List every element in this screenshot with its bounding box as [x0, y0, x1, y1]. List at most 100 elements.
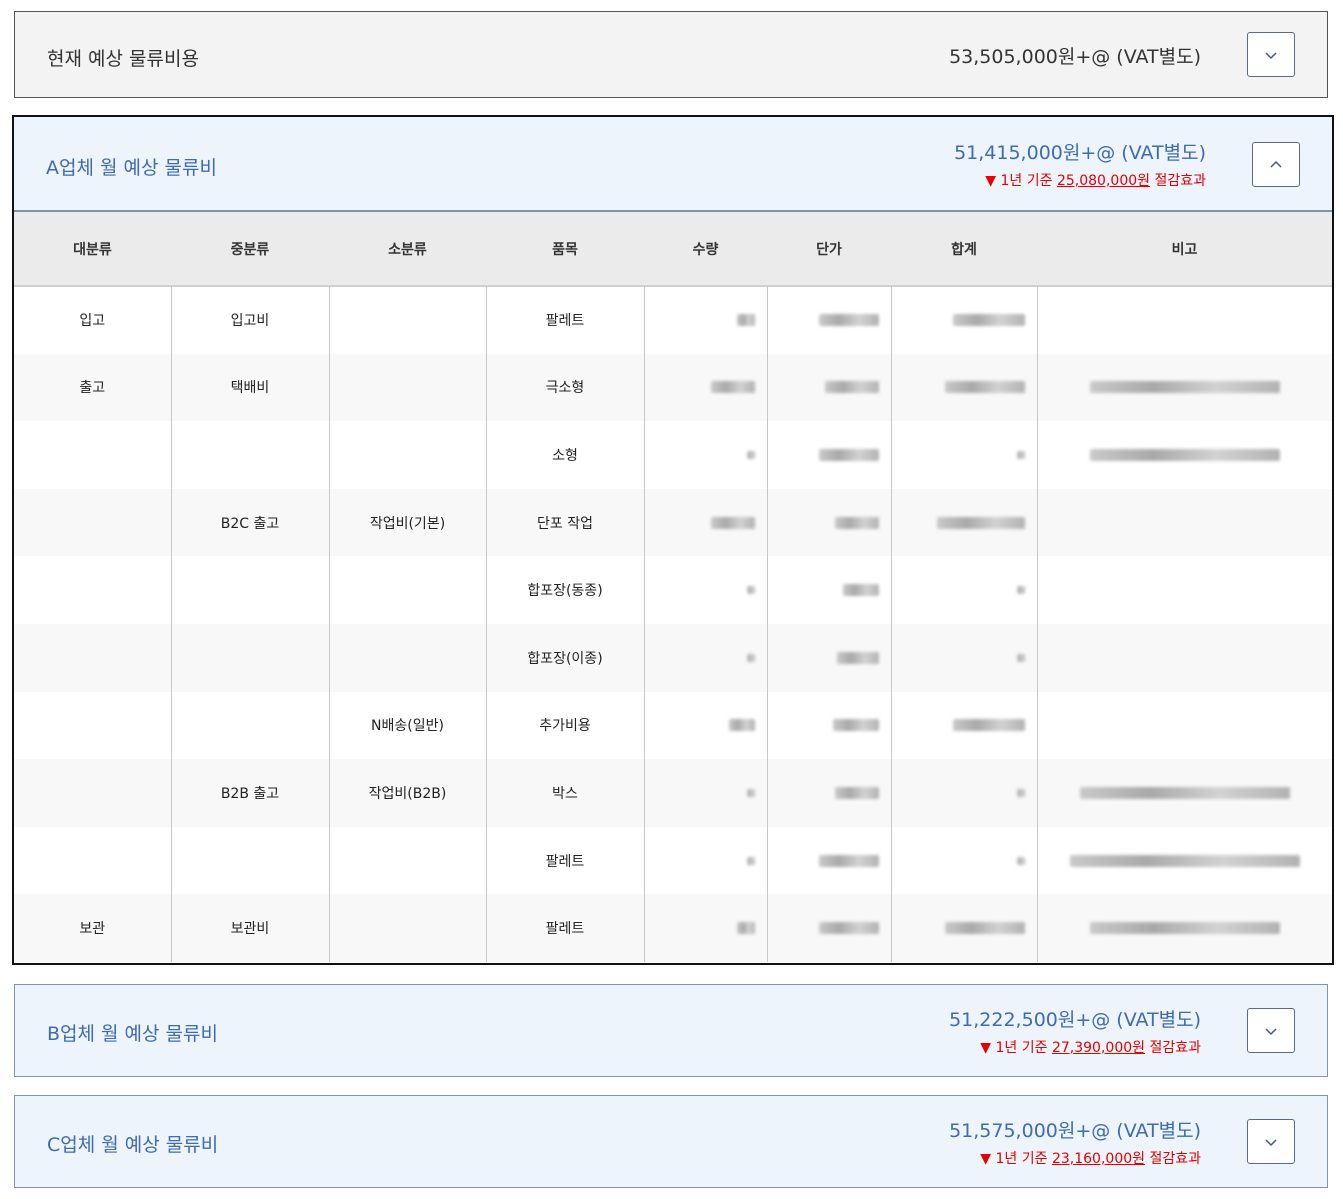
vendor-b-saving: ▼ 1년 기준 27,390,000원 절감효과	[949, 1037, 1201, 1057]
vendor-b-title: B업체 월 예상 물류비	[47, 1023, 218, 1045]
table-cell: B2C 출고	[171, 488, 330, 557]
saving-suffix: 절감효과	[1145, 1040, 1201, 1056]
redacted-cell	[1037, 827, 1332, 895]
redacted-value	[1016, 653, 1025, 662]
redacted-cell	[1037, 286, 1332, 354]
vendor-a-header[interactable]: A업체 월 예상 물류비 51,415,000원+@ (VAT별도) ▼ 1년 …	[14, 117, 1332, 212]
table-cell: 팔레트	[486, 826, 645, 895]
column-header: 품목	[486, 212, 644, 287]
table-cell	[329, 421, 487, 489]
saving-prefix: 1년 기준	[1000, 173, 1057, 189]
table-cell: 합포장(이종)	[486, 623, 645, 692]
table-cell: 작업비(기본)	[329, 488, 487, 557]
redacted-value	[1089, 448, 1280, 461]
redacted-cell	[891, 894, 1038, 962]
table-cell	[171, 826, 330, 895]
redacted-cell	[891, 353, 1038, 422]
vendor-c-amount: 51,575,000원+@ (VAT별도)	[949, 1120, 1201, 1142]
redacted-value	[818, 854, 879, 867]
vendor-b-amount: 51,222,500원+@ (VAT별도)	[949, 1009, 1201, 1031]
table-cell	[14, 421, 172, 489]
vendor-a-panel: A업체 월 예상 물류비 51,415,000원+@ (VAT별도) ▼ 1년 …	[12, 115, 1334, 965]
redacted-cell	[767, 488, 892, 557]
redacted-cell	[644, 353, 768, 422]
table-cell	[171, 556, 330, 624]
table-cell: 단포 작업	[486, 488, 645, 557]
saving-prefix: 1년 기준	[995, 1151, 1052, 1167]
redacted-cell	[767, 286, 892, 354]
redacted-cell	[767, 759, 892, 827]
redacted-value	[1089, 381, 1280, 394]
vendor-c-title: C업체 월 예상 물류비	[47, 1134, 219, 1156]
redacted-value	[824, 381, 879, 394]
table-cell: 보관비	[171, 894, 330, 962]
redacted-cell	[644, 826, 768, 895]
column-header: 합계	[891, 212, 1037, 287]
table-row: 소형	[14, 421, 1332, 489]
table-cell: 팔레트	[486, 894, 645, 962]
redacted-cell	[767, 894, 892, 962]
chevron-up-icon	[1270, 160, 1282, 168]
redacted-value	[736, 922, 755, 935]
table-row: 보관 보관비 팔레트	[14, 894, 1332, 962]
redacted-value	[1069, 854, 1300, 867]
column-header: 중분류	[171, 212, 329, 287]
vendor-a-saving: ▼ 1년 기준 25,080,000원 절감효과	[954, 170, 1206, 190]
redacted-value	[842, 584, 879, 597]
redacted-cell	[767, 421, 892, 489]
redacted-cell	[644, 894, 768, 962]
redacted-value	[1089, 922, 1280, 935]
redacted-cell	[644, 286, 768, 354]
column-header: 단가	[767, 212, 891, 287]
vendor-b-toggle-button[interactable]	[1247, 1008, 1295, 1053]
redacted-cell	[1037, 421, 1332, 489]
table-cell: 극소형	[486, 353, 645, 422]
redacted-value	[834, 516, 879, 529]
table-cell: B2B 출고	[171, 759, 330, 827]
vendor-c-toggle-button[interactable]	[1247, 1119, 1295, 1164]
table-cell	[329, 353, 487, 422]
table-cell: 작업비(B2B)	[329, 759, 487, 827]
redacted-cell	[1037, 556, 1332, 624]
table-row: 출고 택배비 극소형	[14, 353, 1332, 422]
redacted-value	[736, 314, 755, 327]
vendor-a-toggle-button[interactable]	[1252, 142, 1300, 187]
redacted-cell	[767, 623, 892, 692]
table-row: B2B 출고 작업비(B2B) 박스	[14, 759, 1332, 827]
vendor-a-cost-table: 대분류 중분류 소분류 품목 수량 단가 합계 비고 입고 입고비 팔레트 출고 택배비…	[14, 212, 1332, 962]
table-cell	[329, 894, 487, 962]
redacted-value	[728, 719, 755, 732]
table-cell: 추가비용	[486, 691, 645, 760]
vendor-c-saving: ▼ 1년 기준 23,160,000원 절감효과	[949, 1148, 1201, 1168]
down-triangle-icon: ▼	[980, 1151, 992, 1167]
redacted-value	[818, 314, 879, 327]
chevron-down-icon	[1265, 51, 1277, 59]
table-row: 팔레트	[14, 826, 1332, 895]
redacted-cell	[891, 759, 1038, 827]
redacted-cell	[1037, 759, 1332, 827]
table-cell	[14, 556, 172, 624]
vendor-b-panel[interactable]: B업체 월 예상 물류비 51,222,500원+@ (VAT별도) ▼ 1년 …	[14, 984, 1328, 1077]
table-row: B2C 출고 작업비(기본) 단포 작업	[14, 488, 1332, 557]
total-cost-toggle-button[interactable]	[1247, 32, 1295, 77]
redacted-cell	[1037, 692, 1332, 760]
redacted-cell	[891, 488, 1038, 557]
column-header: 비고	[1037, 212, 1332, 287]
column-header: 수량	[644, 212, 767, 287]
saving-suffix: 절감효과	[1150, 173, 1206, 189]
vendor-c-panel[interactable]: C업체 월 예상 물류비 51,575,000원+@ (VAT별도) ▼ 1년 …	[14, 1095, 1328, 1188]
table-cell	[14, 691, 172, 760]
table-row: N배송(일반) 추가비용	[14, 691, 1332, 760]
redacted-cell	[1037, 894, 1332, 962]
vendor-a-amount: 51,415,000원+@ (VAT별도)	[954, 142, 1206, 164]
redacted-cell	[644, 623, 768, 692]
table-cell: 택배비	[171, 353, 330, 422]
redacted-value	[1016, 450, 1025, 459]
redacted-cell	[767, 826, 892, 895]
table-cell: 소형	[486, 421, 645, 489]
redacted-value	[818, 448, 879, 461]
table-cell: 입고비	[171, 286, 330, 354]
vendor-a-title: A업체 월 예상 물류비	[46, 157, 217, 179]
redacted-cell	[767, 353, 892, 422]
redacted-cell	[767, 556, 892, 624]
